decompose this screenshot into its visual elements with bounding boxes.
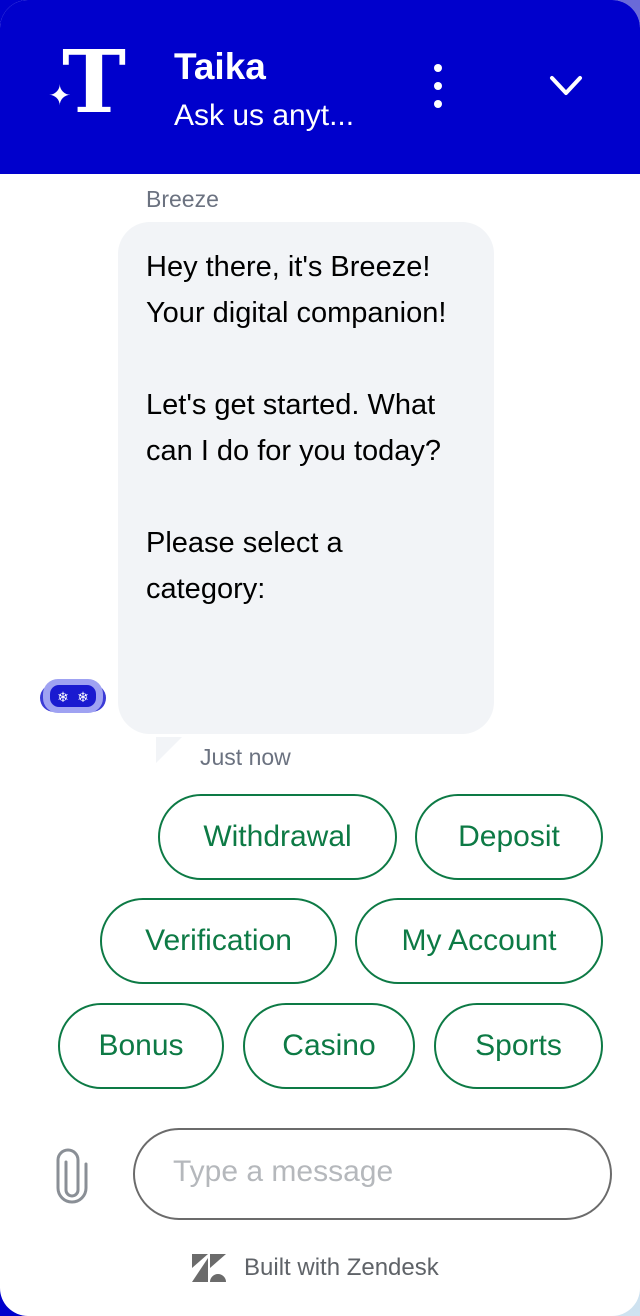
svg-text:❄: ❄ bbox=[57, 690, 69, 706]
svg-text:❄: ❄ bbox=[77, 690, 89, 706]
collapse-button[interactable] bbox=[544, 66, 588, 106]
footer-text: Built with Zendesk bbox=[244, 1254, 439, 1281]
more-options-button[interactable] bbox=[424, 64, 452, 108]
sender-name: Breeze bbox=[146, 186, 219, 212]
menu-dot bbox=[434, 82, 442, 90]
quick-reply-casino[interactable]: Casino bbox=[243, 1003, 415, 1089]
quick-reply-bonus[interactable]: Bonus bbox=[58, 1003, 224, 1089]
header-title: Taika bbox=[174, 46, 266, 87]
menu-dot bbox=[434, 100, 442, 108]
message-input[interactable] bbox=[171, 1154, 575, 1190]
chevron-down-icon bbox=[550, 76, 582, 95]
bubble-tail bbox=[156, 737, 182, 763]
taika-logo-icon: T ✦ bbox=[48, 32, 126, 133]
quick-reply-my-account[interactable]: My Account bbox=[355, 898, 603, 984]
more-vertical-icon bbox=[434, 64, 442, 72]
message-bubble: Hey there, it's Breeze! Your digital com… bbox=[118, 222, 494, 734]
footer-branding[interactable]: Built with Zendesk bbox=[192, 1254, 439, 1282]
quick-reply-deposit[interactable]: Deposit bbox=[415, 794, 603, 880]
quick-reply-verification[interactable]: Verification bbox=[100, 898, 337, 984]
robot-avatar-icon: ❄ ❄ bbox=[38, 676, 108, 718]
message-input-wrapper bbox=[133, 1128, 612, 1220]
quick-reply-withdrawal[interactable]: Withdrawal bbox=[158, 794, 397, 880]
chat-widget: T ✦ Taika Ask us anyt... Breeze Hey there… bbox=[0, 0, 640, 1316]
header-subtitle: Ask us anyt... bbox=[174, 99, 355, 132]
zendesk-logo-icon bbox=[192, 1254, 226, 1282]
paperclip-icon bbox=[56, 1148, 88, 1204]
quick-reply-sports[interactable]: Sports bbox=[434, 1003, 603, 1089]
message-timestamp: Just now bbox=[200, 744, 291, 770]
chat-header: T ✦ Taika Ask us anyt... bbox=[0, 0, 640, 174]
attach-button[interactable] bbox=[54, 1148, 90, 1204]
